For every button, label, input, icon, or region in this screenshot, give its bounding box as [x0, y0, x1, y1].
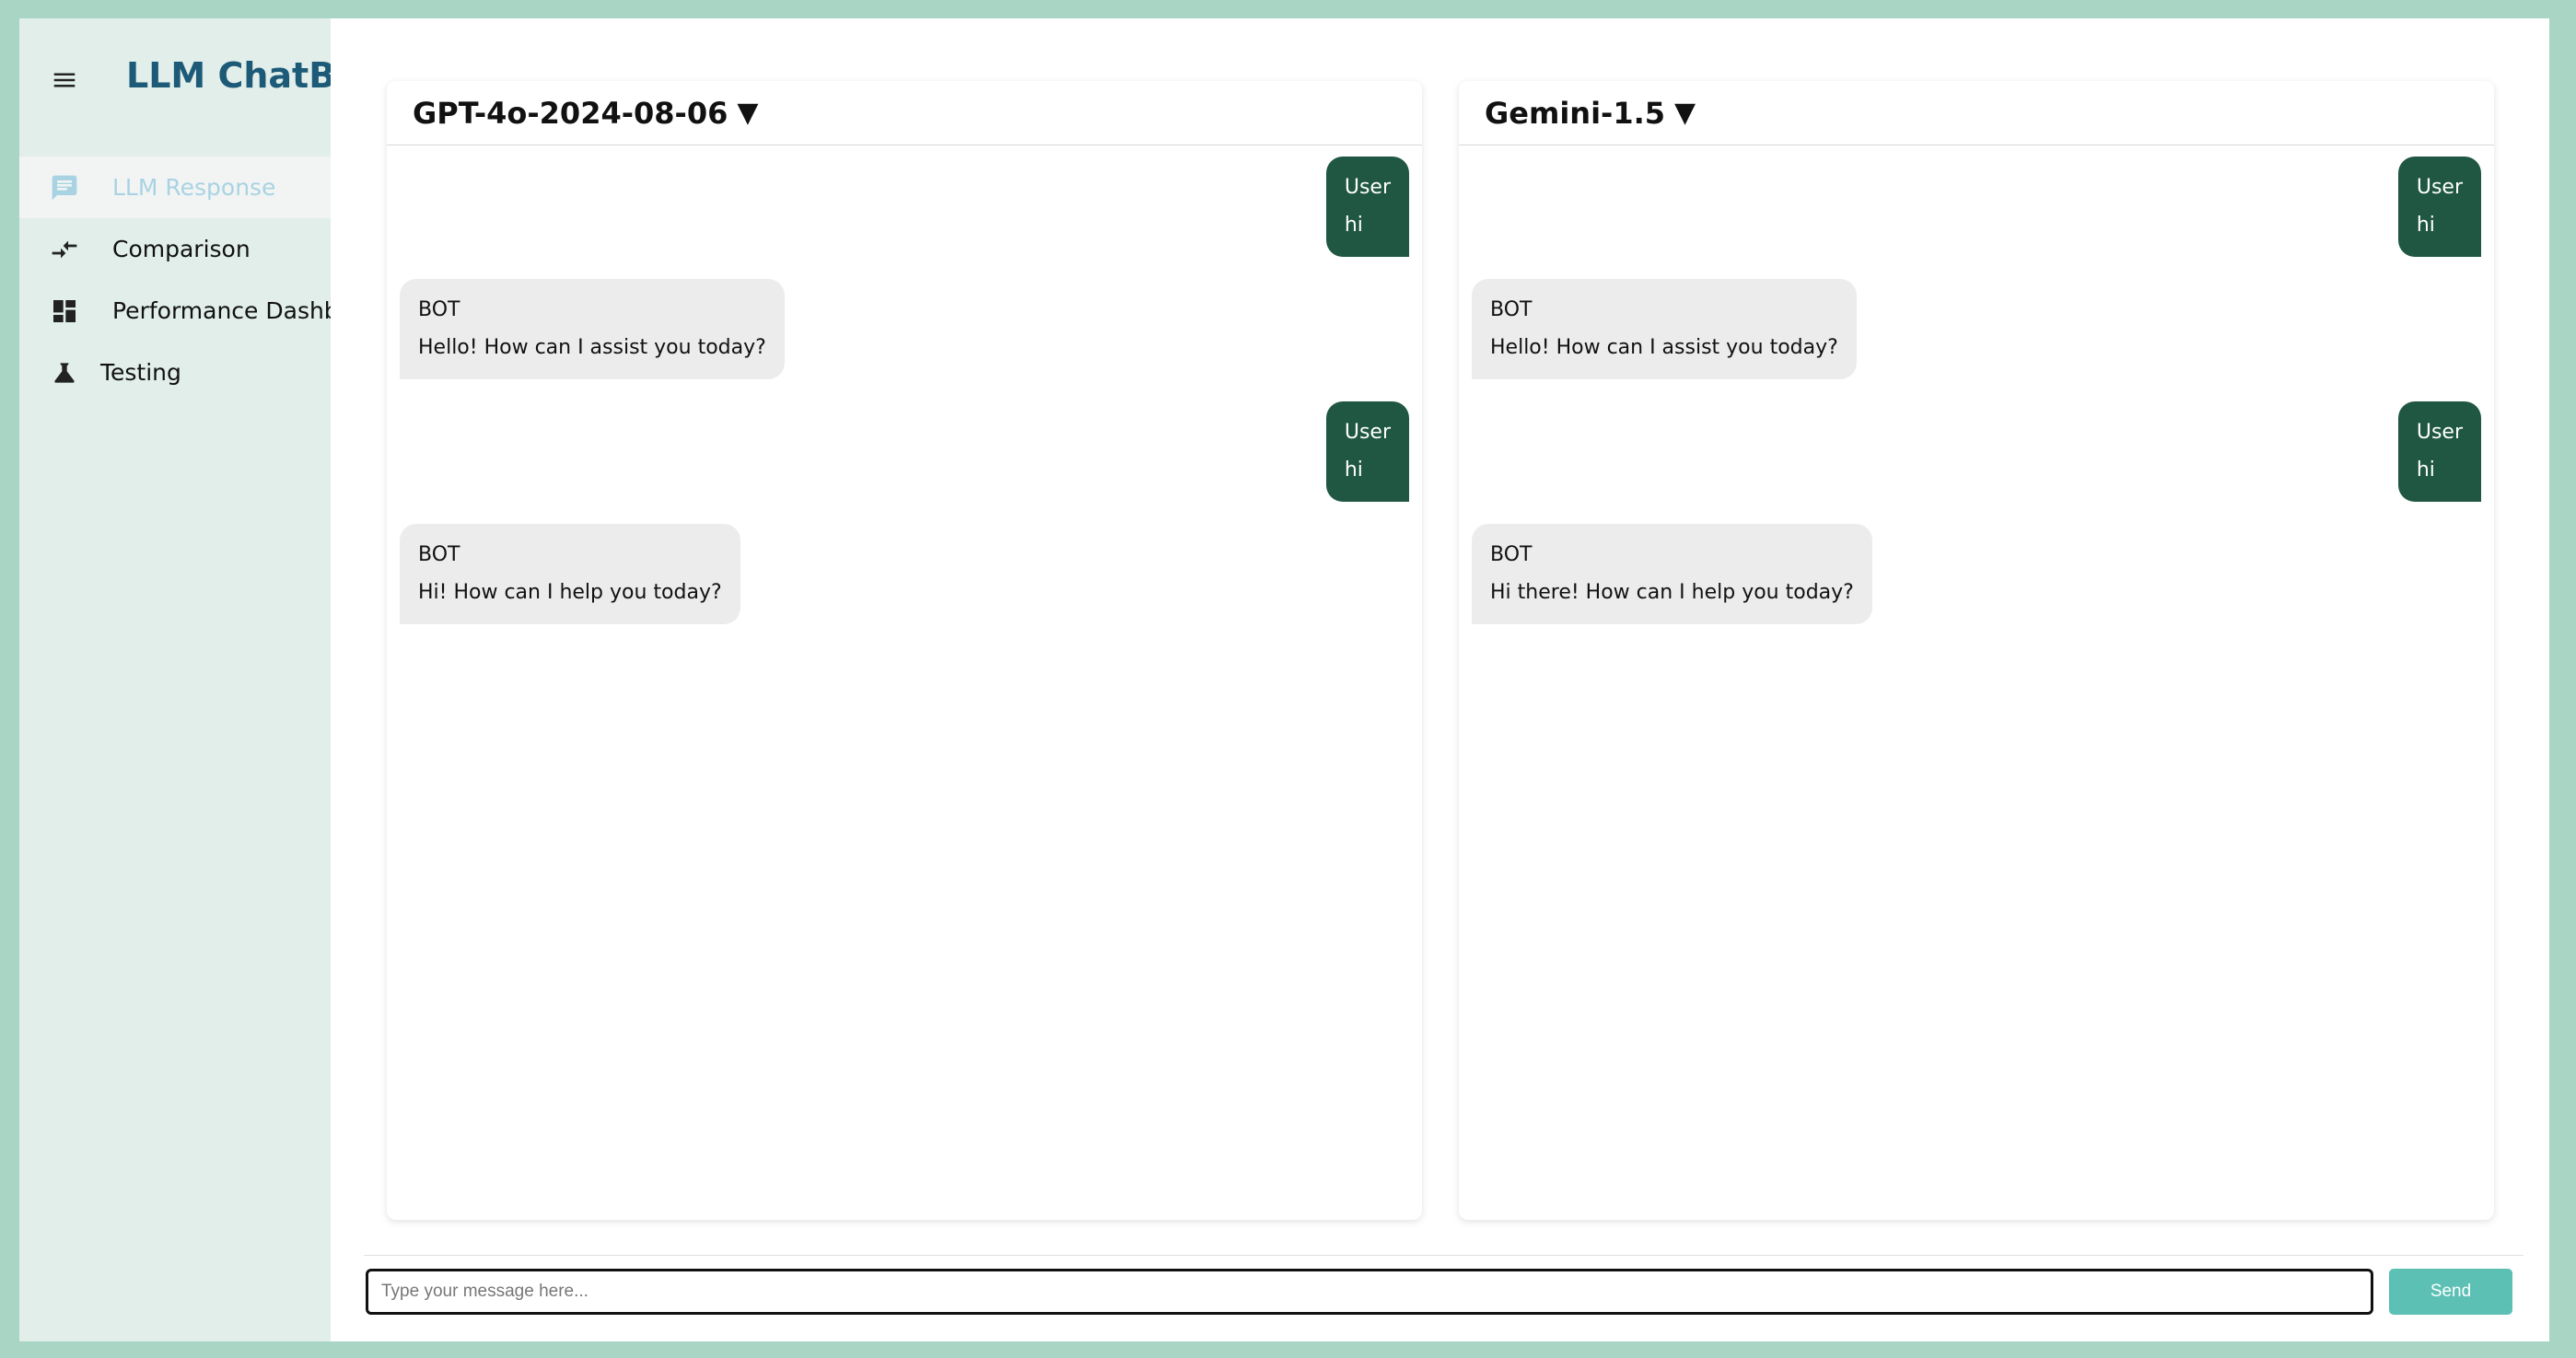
sidebar-item-label: LLM Response	[112, 174, 276, 201]
triangle-down-icon: ▼	[1674, 97, 1696, 129]
model-selector[interactable]: Gemini-1.5 ▼	[1459, 81, 2494, 145]
triangle-down-icon: ▼	[737, 97, 759, 129]
user-message: User hi	[2397, 401, 2481, 503]
message-text: hi	[2416, 213, 2435, 237]
message-sender: BOT	[1490, 298, 1533, 321]
model-name: GPT-4o-2024-08-06	[413, 95, 729, 131]
chat-icon	[50, 173, 79, 203]
sidebar-item-llm-response[interactable]: LLM Response	[19, 157, 331, 218]
message-text: Hello! How can I assist you today?	[1490, 335, 1838, 359]
user-message: User hi	[1325, 401, 1409, 503]
message-sender: BOT	[418, 298, 460, 321]
user-message: User hi	[1325, 157, 1409, 258]
send-button[interactable]: Send	[2389, 1269, 2512, 1315]
sidebar-item-comparison[interactable]: Comparison	[19, 218, 331, 280]
message-sender: User	[2416, 421, 2463, 444]
flask-icon	[50, 358, 79, 388]
sidebar-header: LLM ChatBot	[19, 18, 331, 157]
message-sender: User	[2416, 176, 2463, 199]
bot-message: BOT Hi! How can I help you today?	[400, 524, 740, 625]
message-text: Hello! How can I assist you today?	[418, 335, 766, 359]
bot-message: BOT Hello! How can I assist you today?	[400, 279, 785, 380]
compare-arrows-icon	[50, 235, 79, 264]
sidebar: LLM ChatBot LLM Response Comparison Perf…	[19, 18, 331, 1341]
message-composer: Send	[364, 1255, 2524, 1341]
message-text: hi	[1344, 458, 1363, 482]
dashboard-icon	[50, 296, 79, 326]
chat-messages: User hi BOT Hello! How can I assist you …	[387, 145, 1422, 1213]
sidebar-item-label: Comparison	[112, 236, 251, 262]
message-sender: BOT	[418, 543, 460, 566]
message-text: hi	[1344, 213, 1363, 237]
model-selector[interactable]: GPT-4o-2024-08-06 ▼	[387, 81, 1422, 145]
message-sender: BOT	[1490, 543, 1533, 566]
message-sender: User	[1344, 176, 1391, 199]
message-text: Hi there! How can I help you today?	[1490, 580, 1854, 604]
bot-message: BOT Hi there! How can I help you today?	[1472, 524, 1872, 625]
app-window: LLM ChatBot LLM Response Comparison Perf…	[19, 18, 2549, 1341]
message-input[interactable]	[366, 1269, 2373, 1315]
app-title: LLM ChatBot	[126, 55, 331, 96]
bot-message: BOT Hello! How can I assist you today?	[1472, 279, 1857, 380]
model-panel-gemini: Gemini-1.5 ▼ User hi BOT Hello! How can …	[1459, 81, 2494, 1220]
user-message: User hi	[2397, 157, 2481, 258]
sidebar-item-label: Testing	[100, 359, 181, 386]
model-panel-gpt: GPT-4o-2024-08-06 ▼ User hi BOT Hello! H…	[387, 81, 1422, 1220]
model-name: Gemini-1.5	[1485, 95, 1665, 131]
sidebar-item-performance-dashboard[interactable]: Performance Dashboard	[19, 280, 331, 342]
chat-messages: User hi BOT Hello! How can I assist you …	[1459, 145, 2494, 1213]
sidebar-item-label: Performance Dashboard	[112, 297, 331, 324]
menu-icon[interactable]	[51, 66, 78, 94]
message-text: hi	[2416, 458, 2435, 482]
sidebar-item-testing[interactable]: Testing	[19, 342, 331, 403]
message-sender: User	[1344, 421, 1391, 444]
sidebar-nav: LLM Response Comparison Performance Dash…	[19, 157, 331, 403]
message-text: Hi! How can I help you today?	[418, 580, 722, 604]
main-content: GPT-4o-2024-08-06 ▼ User hi BOT Hello! H…	[331, 18, 2549, 1341]
